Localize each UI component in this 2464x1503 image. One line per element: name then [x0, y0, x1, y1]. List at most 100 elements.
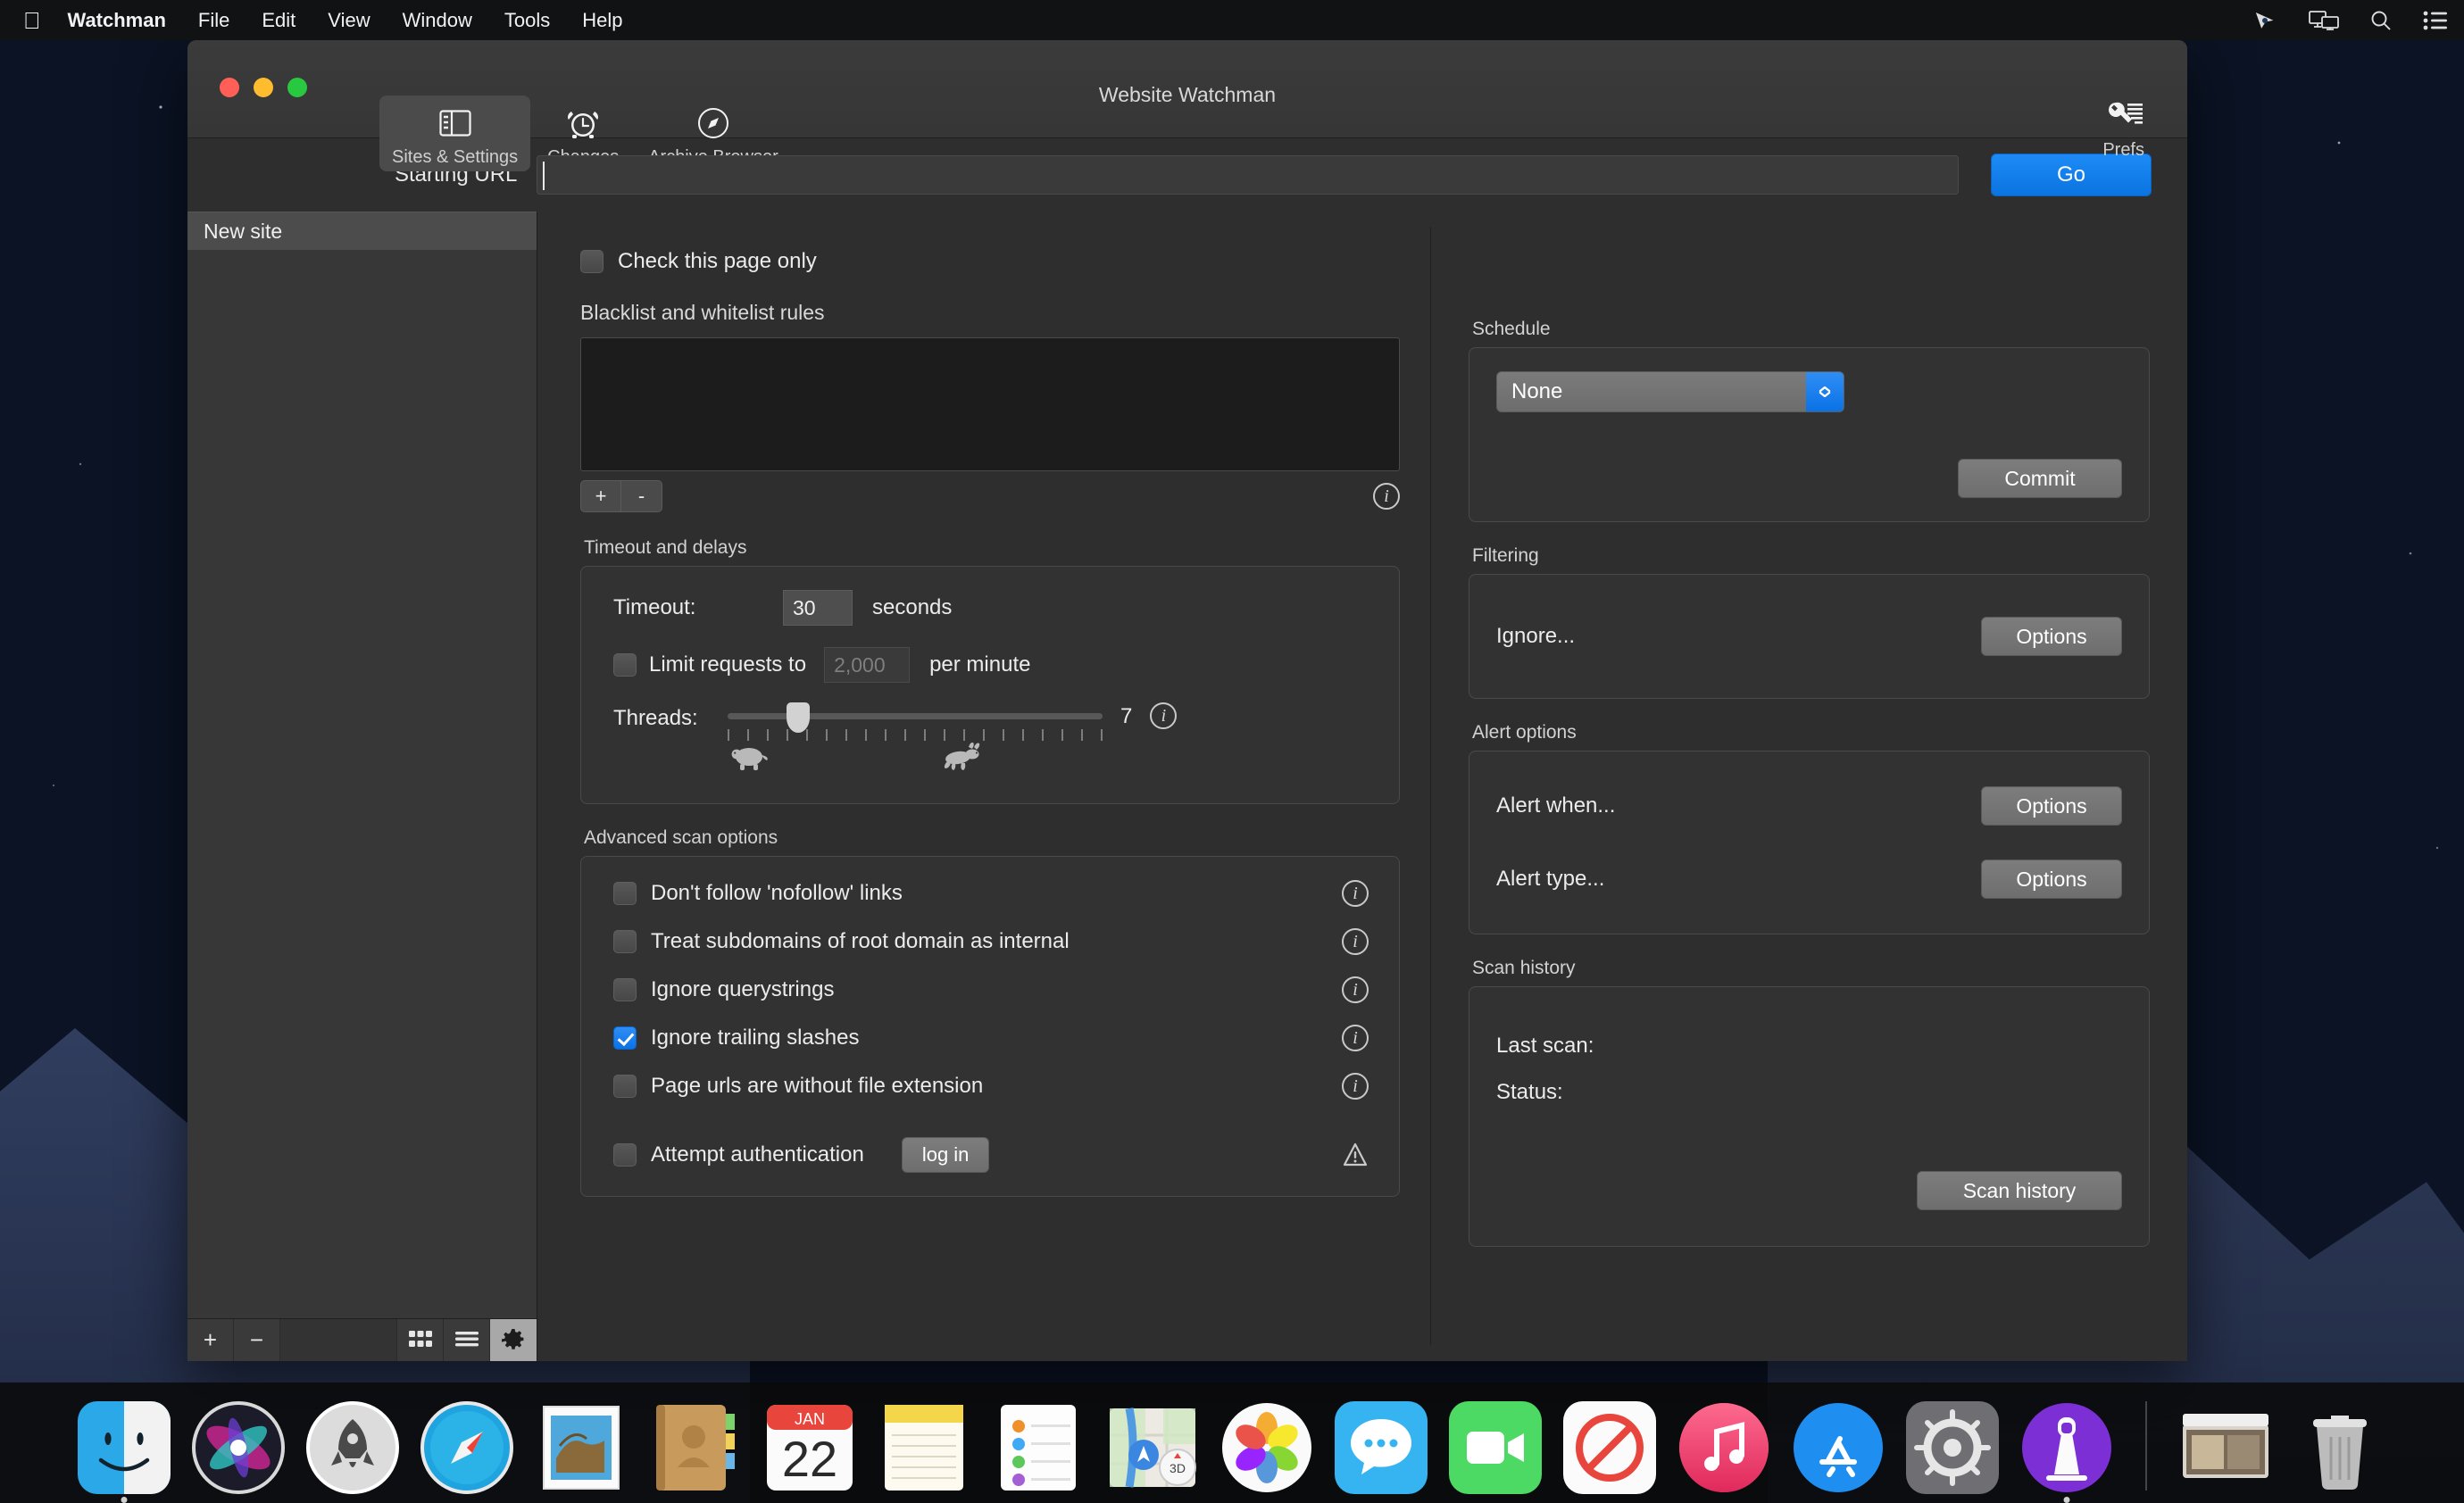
calendar-icon[interactable]: JAN 22 [762, 1399, 858, 1496]
subdomains-checkbox[interactable] [613, 930, 637, 953]
schedule-box: None Commit [1469, 347, 2150, 522]
info-icon[interactable]: i [1342, 1073, 1369, 1100]
grid-view-icon[interactable] [397, 1319, 444, 1361]
scan-history-group: Scan history Last scan: Status: Scan his… [1469, 958, 2150, 1247]
info-icon[interactable]: i [1342, 928, 1369, 955]
menu-item-watchman[interactable]: Watchman [68, 9, 166, 32]
chevron-updown-icon[interactable] [1806, 372, 1844, 411]
attempt-auth-checkbox[interactable] [613, 1143, 637, 1167]
toolbar-prefs[interactable]: Prefs [2102, 95, 2144, 161]
alert-when-row: Alert when... Options [1496, 786, 2122, 826]
ignore-options-button[interactable]: Options [1981, 617, 2122, 656]
app-store-icon[interactable] [1790, 1399, 1886, 1496]
cursor-icon[interactable] [2253, 10, 2278, 31]
apple-menu-icon[interactable]:  [23, 9, 41, 32]
maps-icon[interactable]: 3D [1104, 1399, 1201, 1496]
siri-icon[interactable] [190, 1399, 287, 1496]
nofollow-checkbox[interactable] [613, 882, 637, 905]
facetime-icon[interactable] [1447, 1399, 1544, 1496]
limit-requests-row: Limit requests to 2,000 per minute [613, 647, 1369, 683]
gear-icon[interactable] [490, 1319, 537, 1361]
menu-item-edit[interactable]: Edit [262, 9, 296, 32]
reminders-icon[interactable] [990, 1399, 1086, 1496]
wrench-sliders-icon [2104, 95, 2144, 137]
log-in-button[interactable]: log in [902, 1137, 990, 1173]
menu-item-window[interactable]: Window [403, 9, 472, 32]
menu-item-help[interactable]: Help [582, 9, 622, 32]
limit-requests-input[interactable]: 2,000 [824, 647, 910, 683]
status-label: Status: [1496, 1080, 2122, 1105]
list-item[interactable]: New site [187, 212, 537, 250]
scan-history-button[interactable]: Scan history [1917, 1171, 2122, 1210]
contacts-icon[interactable] [647, 1399, 744, 1496]
info-icon[interactable]: i [1342, 1025, 1369, 1051]
no-file-extension-label: Page urls are without file extension [651, 1074, 983, 1099]
photos-icon[interactable] [1219, 1399, 1315, 1496]
finder-icon[interactable] [76, 1399, 172, 1496]
advanced-group-box: Don't follow 'nofollow' links i Treat su… [580, 856, 1400, 1197]
news-icon[interactable] [1561, 1399, 1658, 1496]
downloads-stack-icon[interactable] [2177, 1399, 2274, 1496]
toolbar-sites-settings[interactable]: Sites & Settings [379, 95, 530, 171]
menu-item-file[interactable]: File [198, 9, 229, 32]
alert-when-label: Alert when... [1496, 793, 1615, 818]
messages-icon[interactable] [1333, 1399, 1429, 1496]
advanced-option-row[interactable]: Ignore querystrings i [613, 976, 1369, 1003]
toolbar-label-sites: Sites & Settings [392, 147, 518, 168]
safari-icon[interactable] [419, 1399, 515, 1496]
info-icon[interactable]: i [1150, 702, 1177, 729]
advanced-option-row[interactable]: Don't follow 'nofollow' links i [613, 880, 1369, 907]
menu-item-view[interactable]: View [328, 9, 370, 32]
attempt-authentication-row[interactable]: Attempt authentication log in [613, 1137, 1369, 1173]
info-icon[interactable]: i [1342, 880, 1369, 907]
system-preferences-icon[interactable] [1904, 1399, 2001, 1496]
app-window: Website Watchman Sites & Settings [187, 40, 2187, 1361]
alert-when-options-button[interactable]: Options [1981, 786, 2122, 826]
search-icon[interactable] [2369, 9, 2393, 32]
info-icon[interactable]: i [1373, 483, 1400, 510]
blacklist-rules-list[interactable] [580, 337, 1400, 471]
advanced-option-row[interactable]: Page urls are without file extension i [613, 1073, 1369, 1100]
trailing-slashes-checkbox[interactable] [613, 1026, 637, 1050]
subdomains-label: Treat subdomains of root domain as inter… [651, 929, 1070, 954]
check-page-only-label: Check this page only [618, 249, 817, 274]
info-icon[interactable]: i [1342, 976, 1369, 1003]
limit-requests-checkbox[interactable] [613, 653, 637, 677]
itunes-icon[interactable] [1676, 1399, 1772, 1496]
list-view-icon[interactable] [444, 1319, 490, 1361]
add-site-button[interactable]: + [187, 1319, 234, 1361]
running-indicator [121, 1497, 128, 1503]
commit-button[interactable]: Commit [1958, 459, 2122, 498]
advanced-option-row[interactable]: Treat subdomains of root domain as inter… [613, 928, 1369, 955]
scan-history-title: Scan history [1472, 958, 2150, 979]
launchpad-icon[interactable] [304, 1399, 401, 1496]
advanced-option-row[interactable]: Ignore trailing slashes i [613, 1025, 1369, 1051]
website-watchman-icon[interactable] [2019, 1399, 2115, 1496]
sidebar-toolbar: + − [187, 1318, 537, 1361]
starting-url-input[interactable] [537, 155, 1959, 195]
dock-divider [2145, 1401, 2147, 1491]
alert-type-options-button[interactable]: Options [1981, 859, 2122, 899]
mail-icon[interactable] [533, 1399, 629, 1496]
slider-thumb[interactable] [787, 702, 810, 733]
site-list[interactable]: New site [187, 212, 537, 1318]
remove-site-button[interactable]: − [234, 1319, 280, 1361]
screen-sharing-icon[interactable] [2309, 10, 2339, 31]
check-page-only-row[interactable]: Check this page only [580, 249, 1400, 274]
threads-label: Threads: [613, 706, 728, 731]
add-rule-button[interactable]: + [580, 480, 621, 512]
remove-rule-button[interactable]: - [621, 480, 662, 512]
control-center-icon[interactable] [2423, 11, 2448, 30]
threads-slider[interactable] [728, 704, 1103, 727]
trash-icon[interactable] [2292, 1399, 2388, 1496]
notes-icon[interactable] [876, 1399, 972, 1496]
ignore-row: Ignore... Options [1496, 617, 2122, 656]
calendar-month: JAN [795, 1410, 825, 1428]
check-page-only-checkbox[interactable] [580, 250, 604, 273]
menu-item-tools[interactable]: Tools [504, 9, 550, 32]
timeout-input[interactable]: 30 [783, 590, 853, 626]
no-file-extension-checkbox[interactable] [613, 1075, 637, 1098]
querystrings-checkbox[interactable] [613, 978, 637, 1001]
schedule-select[interactable]: None [1496, 371, 1844, 412]
warning-triangle-icon[interactable] [1342, 1142, 1369, 1168]
